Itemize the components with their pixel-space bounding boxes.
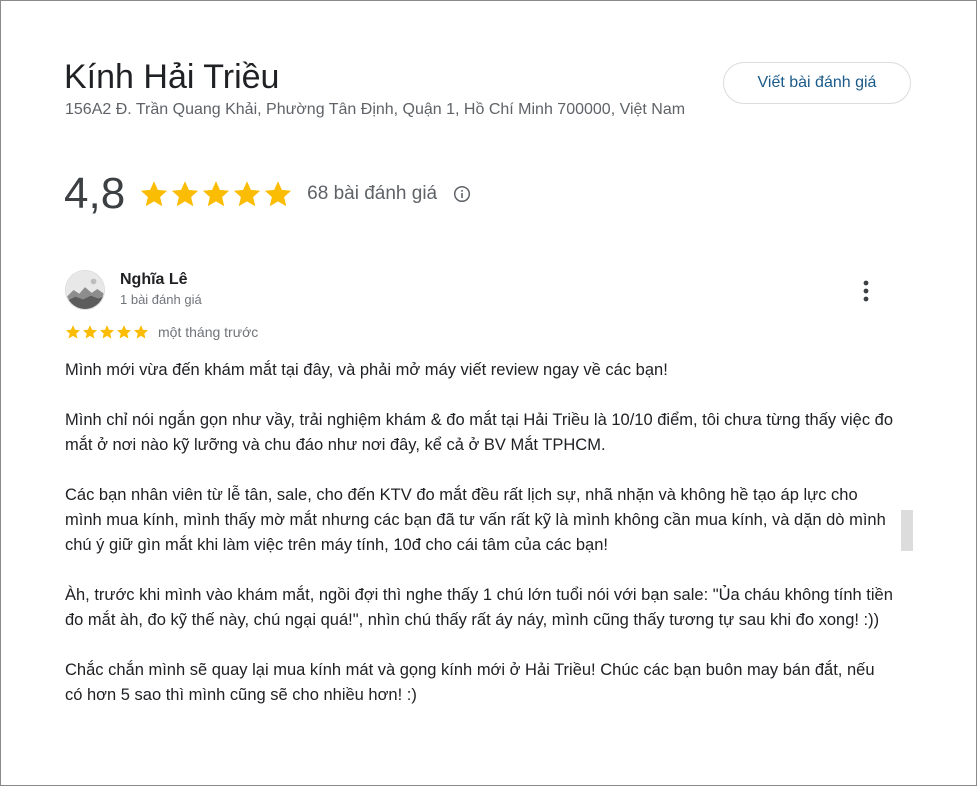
review-paragraph: Mình mới vừa đến khám mắt tại đây, và ph… — [65, 361, 668, 379]
reviewer-review-count: 1 bài đánh giá — [120, 292, 202, 307]
scrollbar-thumb[interactable] — [901, 510, 913, 551]
more-vert-icon — [863, 280, 869, 302]
star-icon — [232, 179, 262, 209]
star-icon — [82, 324, 98, 340]
star-icon — [65, 324, 81, 340]
review-paragraph: Chắc chắn mình sẽ quay lại mua kính mát … — [65, 661, 875, 704]
review-rating: một tháng trước — [65, 324, 258, 340]
star-icon — [201, 179, 231, 209]
review-paragraph: Àh, trước khi mình vào khám mắt, ngồi đợ… — [65, 586, 893, 629]
reviewer-avatar[interactable] — [65, 270, 105, 310]
info-icon[interactable] — [453, 185, 471, 203]
star-icon — [99, 324, 115, 340]
star-icon — [133, 324, 149, 340]
star-icon — [170, 179, 200, 209]
star-icon — [116, 324, 132, 340]
rating-value: 4,8 — [64, 169, 126, 218]
rating-summary: 4,8 68 bài đánh giá — [64, 171, 471, 217]
review-text: Mình mới vừa đến khám mắt tại đây, và ph… — [65, 358, 895, 733]
place-title: Kính Hải Triều — [64, 58, 280, 96]
review-dialog: Kính Hải Triều 156A2 Đ. Trần Quang Khải,… — [0, 0, 977, 786]
place-address: 156A2 Đ. Trần Quang Khải, Phường Tân Địn… — [65, 101, 686, 118]
reviewer-name[interactable]: Nghĩa Lê — [120, 271, 188, 289]
more-options-button[interactable] — [853, 276, 879, 306]
review-stars — [65, 324, 149, 340]
star-icon — [263, 179, 293, 209]
rating-stars — [139, 179, 293, 209]
write-review-button[interactable]: Viết bài đánh giá — [723, 62, 911, 104]
review-paragraph: Mình chỉ nói ngắn gọn như vầy, trải nghi… — [65, 411, 894, 454]
review-paragraph: Các bạn nhân viên từ lễ tân, sale, cho đ… — [65, 486, 886, 554]
review-date: một tháng trước — [158, 324, 259, 340]
review-count: 68 bài đánh giá — [307, 183, 438, 204]
star-icon — [139, 179, 169, 209]
